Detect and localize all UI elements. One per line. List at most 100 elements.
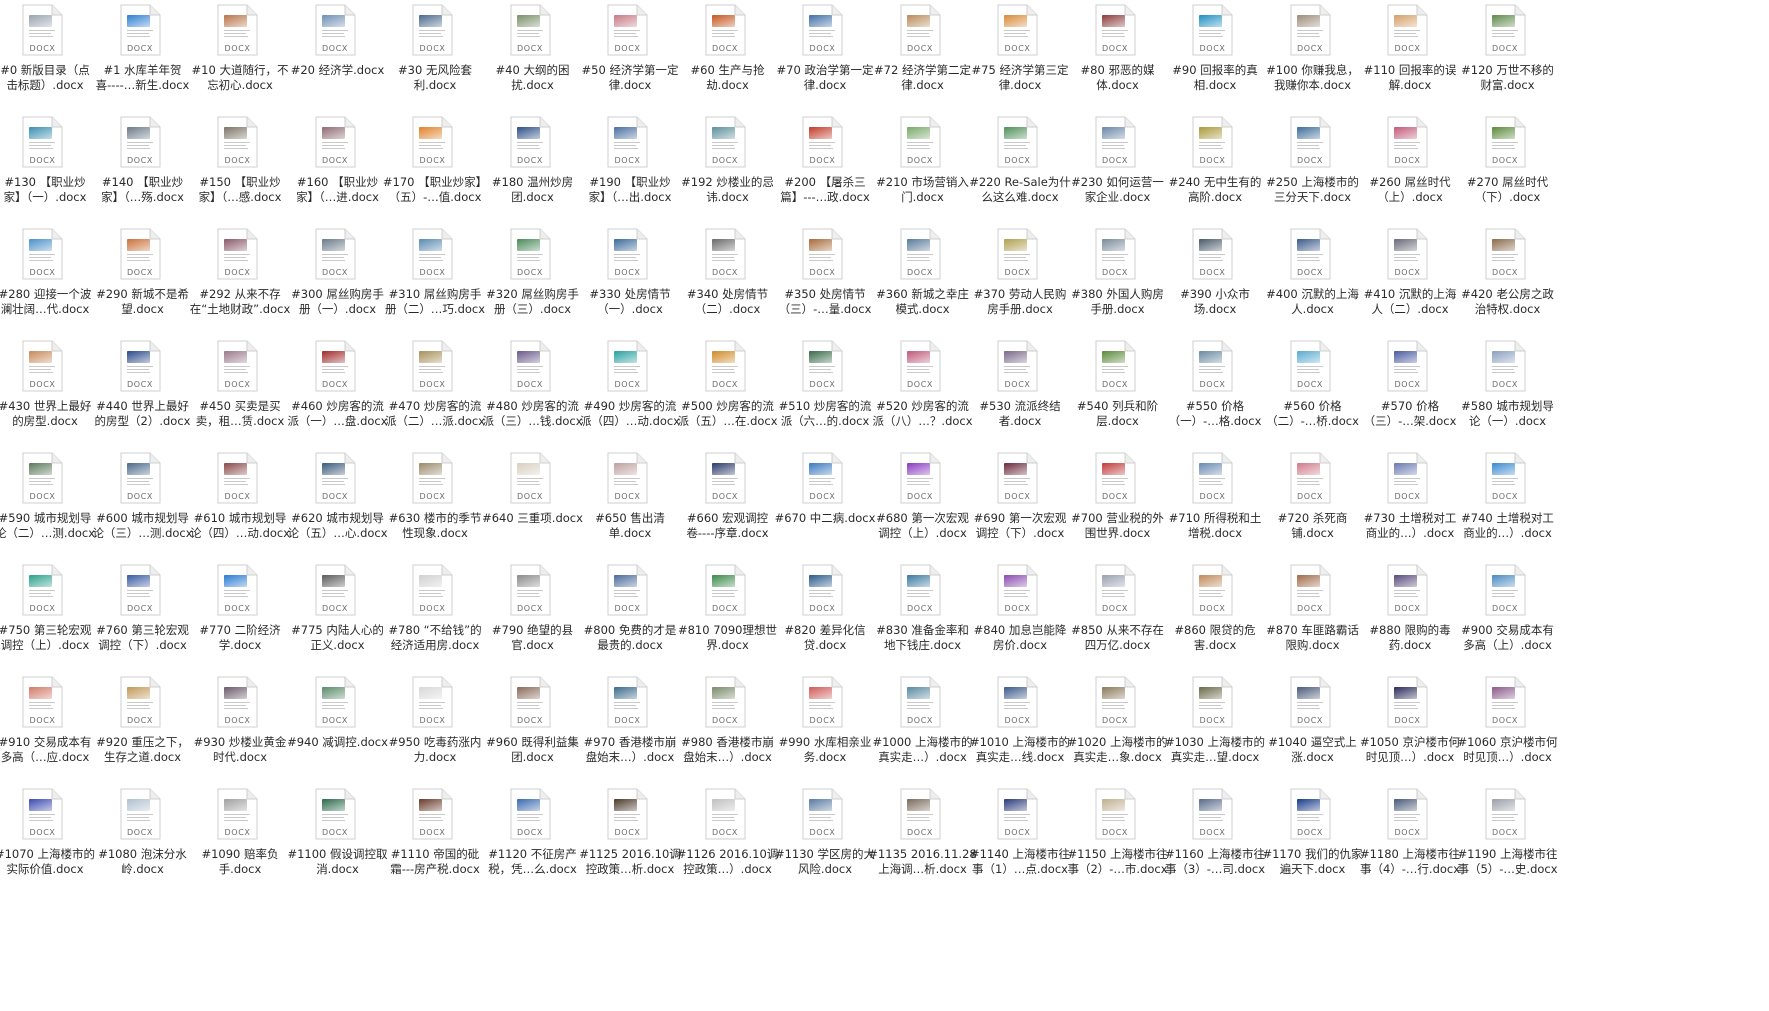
docx-file-icon[interactable]: DOCX — [1095, 452, 1136, 504]
docx-file-icon[interactable]: DOCX — [1485, 676, 1526, 728]
file-name-label[interactable]: #120 万世不移的 财富.docx — [1448, 63, 1568, 92]
docx-file-icon[interactable]: DOCX — [997, 788, 1038, 840]
docx-file-icon[interactable]: DOCX — [1290, 788, 1331, 840]
docx-file-icon[interactable]: DOCX — [510, 676, 551, 728]
file-name-label[interactable]: #580 城市规划导 论（一）.docx — [1448, 399, 1568, 428]
file-item[interactable]: DOCX #930 炒楼业黄金 时代.docx — [184, 672, 296, 772]
docx-file-icon[interactable]: DOCX — [22, 4, 63, 56]
file-name-label[interactable]: #1060 京沪楼市何 时见顶…）.docx — [1448, 735, 1568, 764]
docx-file-icon[interactable]: DOCX — [607, 116, 648, 168]
docx-file-icon[interactable]: DOCX — [217, 116, 258, 168]
docx-file-icon[interactable]: DOCX — [802, 676, 843, 728]
docx-file-icon[interactable]: DOCX — [1485, 452, 1526, 504]
docx-file-icon[interactable]: DOCX — [607, 676, 648, 728]
file-item[interactable]: DOCX #900 交易成本有 多高（上）.docx — [1452, 560, 1564, 660]
docx-file-icon[interactable]: DOCX — [22, 228, 63, 280]
docx-file-icon[interactable]: DOCX — [315, 452, 356, 504]
docx-file-icon[interactable]: DOCX — [705, 452, 746, 504]
docx-file-icon[interactable]: DOCX — [412, 228, 453, 280]
docx-file-icon[interactable]: DOCX — [217, 340, 258, 392]
file-name-label[interactable]: #740 土增税对工 商业的…）.docx — [1448, 511, 1568, 540]
docx-file-icon[interactable]: DOCX — [315, 4, 356, 56]
docx-file-icon[interactable]: DOCX — [315, 228, 356, 280]
docx-file-icon[interactable]: DOCX — [1095, 788, 1136, 840]
docx-file-icon[interactable]: DOCX — [22, 340, 63, 392]
docx-file-icon[interactable]: DOCX — [1192, 116, 1233, 168]
docx-file-icon[interactable]: DOCX — [1192, 788, 1233, 840]
docx-file-icon[interactable]: DOCX — [802, 228, 843, 280]
docx-file-icon[interactable]: DOCX — [1290, 228, 1331, 280]
docx-file-icon[interactable]: DOCX — [607, 228, 648, 280]
docx-file-icon[interactable]: DOCX — [412, 116, 453, 168]
docx-file-icon[interactable]: DOCX — [217, 4, 258, 56]
docx-file-icon[interactable]: DOCX — [22, 564, 63, 616]
docx-file-icon[interactable]: DOCX — [120, 564, 161, 616]
docx-file-icon[interactable]: DOCX — [1387, 340, 1428, 392]
docx-file-icon[interactable]: DOCX — [120, 340, 161, 392]
docx-file-icon[interactable]: DOCX — [120, 452, 161, 504]
docx-file-icon[interactable]: DOCX — [412, 340, 453, 392]
docx-file-icon[interactable]: DOCX — [900, 116, 941, 168]
docx-file-icon[interactable]: DOCX — [1095, 564, 1136, 616]
file-name-label[interactable]: #270 屌丝时代 （下）.docx — [1448, 175, 1568, 204]
docx-file-icon[interactable]: DOCX — [705, 564, 746, 616]
docx-file-icon[interactable]: DOCX — [510, 4, 551, 56]
docx-file-icon[interactable]: DOCX — [315, 788, 356, 840]
docx-file-icon[interactable]: DOCX — [510, 788, 551, 840]
docx-file-icon[interactable]: DOCX — [315, 116, 356, 168]
docx-file-icon[interactable]: DOCX — [1095, 228, 1136, 280]
file-name-label[interactable]: #1190 上海楼市往 事（5）-…史.docx — [1448, 847, 1568, 876]
docx-file-icon[interactable]: DOCX — [705, 228, 746, 280]
docx-file-icon[interactable]: DOCX — [217, 676, 258, 728]
file-item[interactable]: DOCX #660 宏观调控 卷----序章.docx — [672, 448, 784, 548]
docx-file-icon[interactable]: DOCX — [997, 116, 1038, 168]
docx-file-icon[interactable]: DOCX — [510, 452, 551, 504]
file-item[interactable]: DOCX #270 屌丝时代 （下）.docx — [1452, 112, 1564, 212]
docx-file-icon[interactable]: DOCX — [705, 4, 746, 56]
docx-file-icon[interactable]: DOCX — [900, 4, 941, 56]
docx-file-icon[interactable]: DOCX — [802, 340, 843, 392]
docx-file-icon[interactable]: DOCX — [1290, 116, 1331, 168]
docx-file-icon[interactable]: DOCX — [1192, 228, 1233, 280]
docx-file-icon[interactable]: DOCX — [1192, 452, 1233, 504]
docx-file-icon[interactable]: DOCX — [1485, 340, 1526, 392]
docx-file-icon[interactable]: DOCX — [412, 564, 453, 616]
docx-file-icon[interactable]: DOCX — [1485, 228, 1526, 280]
docx-file-icon[interactable]: DOCX — [1192, 564, 1233, 616]
docx-file-icon[interactable]: DOCX — [607, 564, 648, 616]
docx-file-icon[interactable]: DOCX — [802, 564, 843, 616]
docx-file-icon[interactable]: DOCX — [705, 116, 746, 168]
docx-file-icon[interactable]: DOCX — [1192, 676, 1233, 728]
docx-file-icon[interactable]: DOCX — [510, 228, 551, 280]
docx-file-icon[interactable]: DOCX — [900, 676, 941, 728]
docx-file-icon[interactable]: DOCX — [217, 788, 258, 840]
docx-file-icon[interactable]: DOCX — [1095, 116, 1136, 168]
docx-file-icon[interactable]: DOCX — [22, 788, 63, 840]
docx-file-icon[interactable]: DOCX — [217, 228, 258, 280]
docx-file-icon[interactable]: DOCX — [120, 676, 161, 728]
docx-file-icon[interactable]: DOCX — [1387, 4, 1428, 56]
docx-file-icon[interactable]: DOCX — [1387, 228, 1428, 280]
docx-file-icon[interactable]: DOCX — [1485, 4, 1526, 56]
docx-file-icon[interactable]: DOCX — [217, 564, 258, 616]
docx-file-icon[interactable]: DOCX — [412, 4, 453, 56]
docx-file-icon[interactable]: DOCX — [997, 452, 1038, 504]
docx-file-icon[interactable]: DOCX — [217, 452, 258, 504]
docx-file-icon[interactable]: DOCX — [1290, 4, 1331, 56]
docx-file-icon[interactable]: DOCX — [412, 676, 453, 728]
docx-file-icon[interactable]: DOCX — [802, 4, 843, 56]
docx-file-icon[interactable]: DOCX — [900, 340, 941, 392]
docx-file-icon[interactable]: DOCX — [1290, 340, 1331, 392]
docx-file-icon[interactable]: DOCX — [607, 4, 648, 56]
docx-file-icon[interactable]: DOCX — [900, 788, 941, 840]
docx-file-icon[interactable]: DOCX — [510, 340, 551, 392]
docx-file-icon[interactable]: DOCX — [900, 452, 941, 504]
docx-file-icon[interactable]: DOCX — [1387, 676, 1428, 728]
docx-file-icon[interactable]: DOCX — [1387, 564, 1428, 616]
docx-file-icon[interactable]: DOCX — [1095, 340, 1136, 392]
docx-file-icon[interactable]: DOCX — [705, 340, 746, 392]
docx-file-icon[interactable]: DOCX — [607, 452, 648, 504]
docx-file-icon[interactable]: DOCX — [22, 676, 63, 728]
docx-file-icon[interactable]: DOCX — [510, 564, 551, 616]
docx-file-icon[interactable]: DOCX — [997, 564, 1038, 616]
